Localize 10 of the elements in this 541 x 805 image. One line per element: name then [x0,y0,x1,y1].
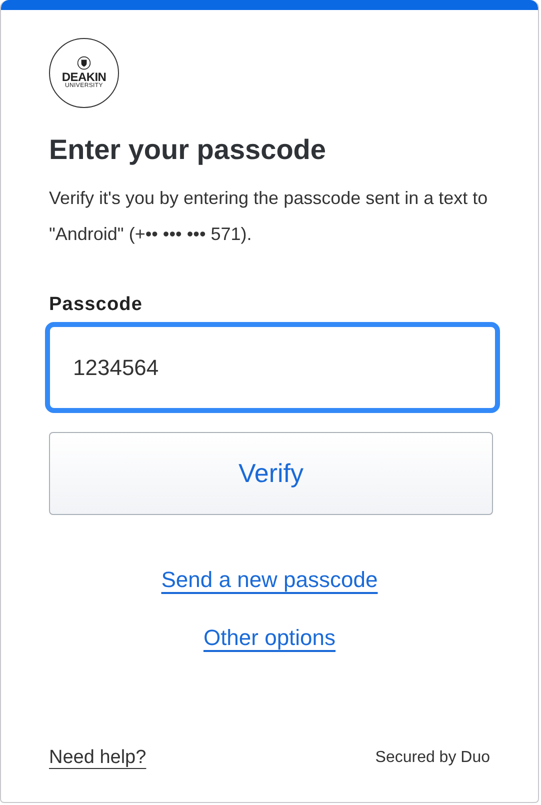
shield-icon [77,56,91,70]
page-title: Enter your passcode [49,134,327,166]
secured-by-text: Secured by Duo [375,749,490,767]
send-passcode-link[interactable]: Send a new passcode [161,567,378,593]
field-label: Passcode [49,294,144,316]
passcode-field[interactable]: 1234564 [45,322,500,413]
instruction-text: Verify it's you by entering the passcode sent in a text to "Android" (+•• ••• ••• 571). [49,187,489,246]
help-link[interactable]: Need help? [49,747,146,769]
other-options-link[interactable]: Other options [203,625,336,651]
verify-button[interactable]: Verify [49,432,493,515]
